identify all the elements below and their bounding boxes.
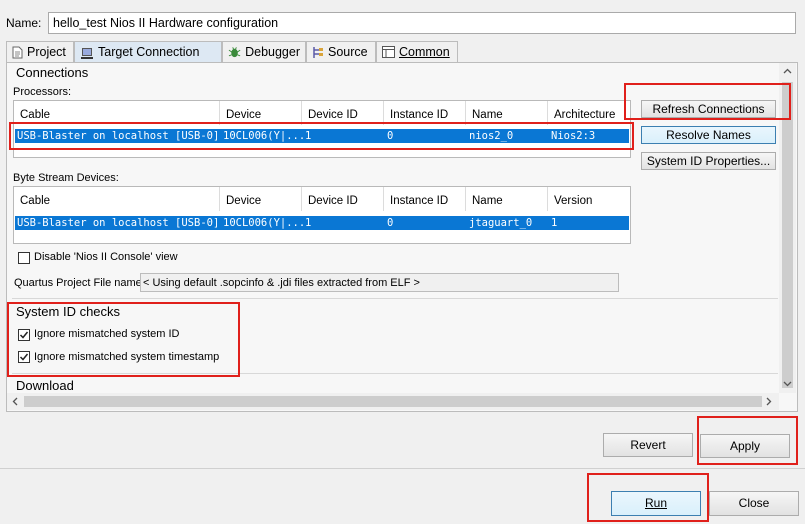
system-id-properties-button[interactable]: System ID Properties... <box>641 152 776 170</box>
disable-console-label: Disable 'Nios II Console' view <box>34 251 178 263</box>
ignore-system-id-checkbox[interactable] <box>18 329 30 341</box>
column-header[interactable]: Architecture <box>548 101 630 125</box>
resolve-names-button[interactable]: Resolve Names <box>641 126 776 144</box>
tab-label: Target Connection <box>98 45 200 59</box>
footer-divider <box>0 468 805 469</box>
target-connection-icon <box>81 47 93 59</box>
source-icon <box>313 46 323 58</box>
tab-label: Debugger <box>245 45 300 59</box>
table-cell: Nios2:3 <box>551 130 596 142</box>
revert-label: Revert <box>630 438 666 452</box>
refresh-connections-button[interactable]: Refresh Connections <box>641 100 776 118</box>
tab-target-connection[interactable]: Target Connection <box>74 41 222 62</box>
download-title: Download <box>16 378 74 393</box>
tab-label: Source <box>328 45 368 59</box>
table-cell: nios2_0 <box>469 130 514 142</box>
column-header[interactable]: Cable <box>14 187 220 211</box>
column-header[interactable]: Device <box>220 187 302 211</box>
name-label: Name: <box>6 16 42 30</box>
column-header[interactable]: Device ID <box>302 187 384 211</box>
connections-title: Connections <box>16 65 89 80</box>
table-cell: 1 <box>551 217 558 229</box>
scroll-left-icon[interactable] <box>12 397 18 406</box>
apply-button[interactable]: Apply <box>700 434 790 458</box>
quartus-file-value: < Using default .sopcinfo & .jdi files e… <box>143 277 420 289</box>
checkmark-icon <box>19 353 29 361</box>
section-divider <box>12 298 778 299</box>
tab-label: Project <box>27 45 66 59</box>
apply-label: Apply <box>729 439 761 453</box>
table-cell: 1 <box>305 130 312 142</box>
table-row[interactable]: USB-Blaster on localhost [USB-0] 10CL006… <box>15 216 629 230</box>
tab-label: Common <box>399 45 450 59</box>
table-cell: 0 <box>387 130 394 142</box>
name-field[interactable]: hello_test Nios II Hardware configuratio… <box>48 12 796 34</box>
column-header[interactable]: Name <box>466 101 548 125</box>
bug-icon <box>228 46 241 57</box>
scroll-up-icon[interactable] <box>783 68 792 74</box>
table-cell: 10CL006(Y|... <box>223 217 303 229</box>
column-header[interactable]: Name <box>466 187 548 211</box>
vertical-scrollbar[interactable] <box>779 63 796 393</box>
ignore-system-id-label: Ignore mismatched system ID <box>34 328 180 340</box>
run-button[interactable]: Run <box>611 491 701 516</box>
table-cell: USB-Blaster on localhost [USB-0] <box>17 217 220 229</box>
quartus-file-field[interactable]: < Using default .sopcinfo & .jdi files e… <box>140 273 619 292</box>
table-cell: 0 <box>387 217 394 229</box>
scroll-down-icon[interactable] <box>783 381 792 387</box>
ignore-timestamp-label: Ignore mismatched system timestamp <box>34 351 220 363</box>
disable-console-checkbox[interactable] <box>18 252 30 264</box>
checkmark-icon <box>19 331 29 339</box>
column-header[interactable]: Device ID <box>302 101 384 125</box>
table-cell: 1 <box>305 217 312 229</box>
tab-project[interactable]: Project <box>6 41 74 62</box>
column-header[interactable]: Instance ID <box>384 101 466 125</box>
tab-debugger[interactable]: Debugger <box>222 41 306 62</box>
revert-button[interactable]: Revert <box>603 433 693 457</box>
column-header[interactable]: Version <box>548 187 630 211</box>
name-value: hello_test Nios II Hardware configuratio… <box>53 16 279 30</box>
table-cell: 10CL006(Y|... <box>223 130 303 142</box>
scrollbar-thumb[interactable] <box>24 396 762 407</box>
ignore-timestamp-checkbox[interactable] <box>18 351 30 363</box>
column-header[interactable]: Instance ID <box>384 187 466 211</box>
section-divider <box>12 373 778 374</box>
table-cell: jtaguart_0 <box>469 217 533 229</box>
byte-stream-table[interactable]: Cable Device Device ID Instance ID Name … <box>13 186 631 244</box>
table-row[interactable]: USB-Blaster on localhost [USB-0] 10CL006… <box>15 129 629 143</box>
system-id-title: System ID checks <box>16 304 121 319</box>
processors-label: Processors: <box>13 86 72 98</box>
scroll-right-icon[interactable] <box>766 397 772 406</box>
tab-source[interactable]: Source <box>306 41 376 62</box>
column-header[interactable]: Cable <box>14 101 220 125</box>
quartus-file-label: Quartus Project File name: <box>14 277 145 289</box>
common-icon <box>382 46 395 58</box>
tab-common[interactable]: Common <box>376 41 458 62</box>
table-cell: USB-Blaster on localhost [USB-0] <box>17 130 220 142</box>
run-label: Run <box>644 496 667 510</box>
processors-table[interactable]: Cable Device Device ID Instance ID Name … <box>13 100 631 158</box>
scrollbar-thumb[interactable] <box>782 82 793 388</box>
document-icon <box>12 46 23 58</box>
close-label: Close <box>738 496 770 510</box>
byte-stream-label: Byte Stream Devices: <box>13 172 119 184</box>
column-header[interactable]: Device <box>220 101 302 125</box>
close-button[interactable]: Close <box>709 491 799 516</box>
horizontal-scrollbar[interactable] <box>7 393 779 410</box>
